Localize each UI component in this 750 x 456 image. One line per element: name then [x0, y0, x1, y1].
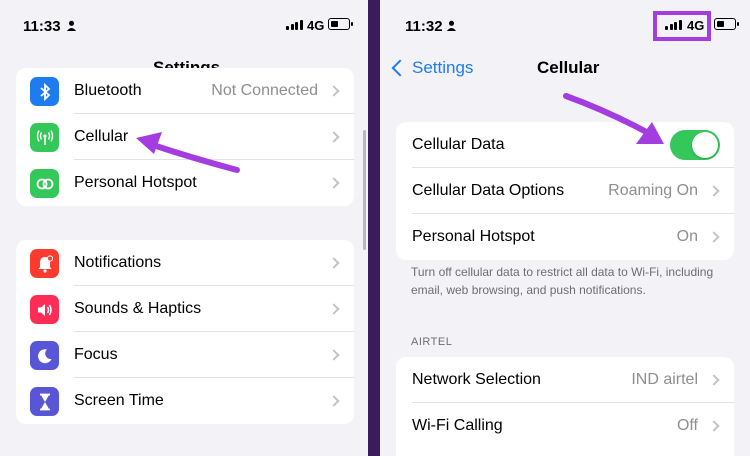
- settings-row-cellular-data-options[interactable]: Cellular Data Options Roaming On: [396, 168, 734, 214]
- row-value: IND airtel: [631, 371, 698, 388]
- settings-row-notifications[interactable]: Notifications: [16, 240, 354, 286]
- chevron-right-icon: [708, 374, 720, 386]
- settings-row-focus[interactable]: Focus: [16, 332, 354, 378]
- chevron-right-icon: [328, 85, 340, 97]
- row-label: Personal Hotspot: [74, 174, 197, 191]
- battery-icon: [714, 18, 739, 30]
- row-label: Notifications: [74, 254, 162, 271]
- settings-row-screen-time[interactable]: Screen Time: [16, 378, 354, 424]
- chevron-right-icon: [328, 395, 340, 407]
- footnote-text: Turn off cellular data to restrict all d…: [411, 265, 714, 297]
- bell-icon: [30, 249, 59, 278]
- scroll-indicator[interactable]: [363, 130, 366, 250]
- chevron-right-icon: [708, 185, 720, 197]
- cellular-screen: 11:32 4G Settings Cellular Cellular Data…: [380, 0, 750, 456]
- row-label: Personal Hotspot: [412, 228, 535, 245]
- cellular-data-toggle[interactable]: [670, 130, 720, 160]
- nav-bar: [0, 0, 368, 86]
- arrow-annotation-icon: [136, 132, 240, 173]
- status-time: 11:32: [405, 18, 443, 35]
- row-label: Cellular Data: [412, 136, 505, 153]
- chevron-right-icon: [328, 131, 340, 143]
- network-highlight-box: [653, 11, 711, 41]
- row-value: On: [676, 228, 698, 245]
- back-button[interactable]: Settings: [390, 58, 473, 78]
- antenna-icon: [30, 123, 59, 152]
- carrier-group: Network Selection IND airtel Wi-Fi Calli…: [396, 357, 734, 456]
- row-label: Focus: [74, 346, 118, 363]
- arrow-annotation-icon: [563, 93, 664, 144]
- chevron-right-icon: [328, 257, 340, 269]
- screen-divider: [368, 0, 380, 456]
- row-label: Cellular Data Options: [412, 182, 565, 199]
- settings-row-sounds-haptics[interactable]: Sounds & Haptics: [16, 286, 354, 332]
- row-label: Network Selection: [412, 371, 541, 388]
- chevron-left-icon: [391, 59, 409, 77]
- moon-icon: [30, 341, 59, 370]
- chevron-right-icon: [708, 231, 720, 243]
- person-icon: [446, 20, 457, 31]
- chevron-right-icon: [328, 349, 340, 361]
- row-label: Cellular: [74, 128, 129, 145]
- back-label: Settings: [412, 58, 474, 77]
- notifications-group: Notifications Sounds & Haptics Focus Scr…: [16, 240, 354, 424]
- settings-row-network-selection[interactable]: Network Selection IND airtel: [396, 357, 734, 403]
- settings-row-personal-hotspot[interactable]: Personal Hotspot On: [396, 214, 734, 260]
- hotspot-icon: [30, 169, 59, 198]
- chevron-right-icon: [328, 177, 340, 189]
- row-label: Sounds & Haptics: [74, 300, 202, 317]
- row-label: Screen Time: [74, 392, 164, 409]
- section-header: AIRTEL: [411, 336, 453, 348]
- chevron-right-icon: [328, 303, 340, 315]
- settings-row-wifi-calling[interactable]: Wi-Fi Calling Off: [396, 403, 734, 449]
- row-label: Wi-Fi Calling: [412, 417, 503, 434]
- page-title: Cellular: [537, 58, 600, 77]
- row-value: Off: [676, 417, 698, 434]
- chevron-right-icon: [708, 420, 720, 432]
- speaker-icon: [30, 295, 59, 324]
- hourglass-icon: [30, 387, 59, 416]
- row-value: Roaming On: [608, 182, 698, 199]
